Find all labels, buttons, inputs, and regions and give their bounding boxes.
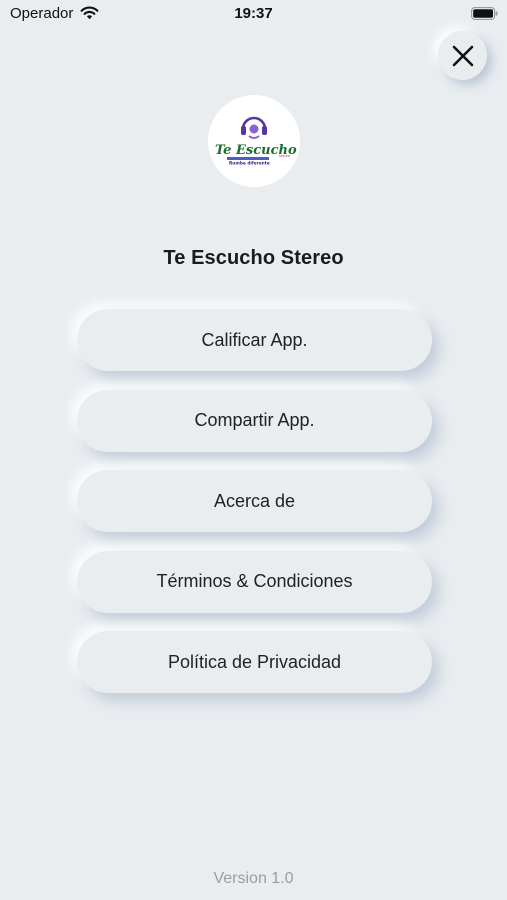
menu-list: Calificar App. Compartir App. Acerca de … [77, 309, 432, 712]
battery-icon [471, 7, 498, 20]
close-button[interactable] [438, 31, 487, 80]
share-app-button[interactable]: Compartir App. [77, 389, 432, 452]
version-label: Version 1.0 [213, 870, 294, 887]
app-name-title: Te Escucho Stereo [163, 247, 344, 269]
about-button[interactable]: Acerca de [77, 470, 432, 532]
app-logo: Te Escucho Rumba diferente stereo [208, 95, 300, 187]
close-icon [452, 45, 473, 66]
logo-image: Te Escucho Rumba diferente stereo [215, 116, 297, 167]
status-bar: Operador 19:37 [0, 0, 507, 28]
privacy-policy-button[interactable]: Política de Privacidad [77, 631, 432, 693]
logo-stereo: stereo [279, 154, 290, 158]
settings-screen: Operador 19:37 Te Escucho Rumba diferent… [0, 0, 507, 900]
rate-app-button[interactable]: Calificar App. [77, 309, 432, 371]
status-time: 19:37 [234, 5, 273, 22]
terms-button[interactable]: Términos & Condiciones [77, 550, 432, 613]
logo-tagline: Rumba diferente [229, 161, 270, 167]
